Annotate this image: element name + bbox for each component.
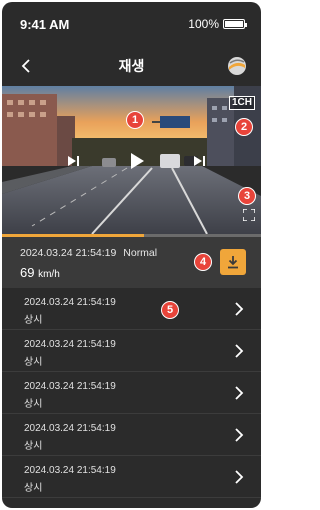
battery-status: 100%	[188, 17, 247, 31]
video-player[interactable]: 1CH 1 2 3	[2, 86, 261, 234]
status-bar: 9:41 AM 100%	[2, 2, 261, 46]
list-item[interactable]: 2024.03.24 21:54:19 상시	[2, 372, 261, 414]
channel-badge[interactable]: 1CH	[228, 96, 255, 110]
chevron-right-icon	[235, 386, 244, 400]
previous-button[interactable]	[64, 151, 84, 171]
page-title: 재생	[118, 58, 145, 74]
list-item-datetime: 2024.03.24 21:54:19	[24, 381, 116, 392]
speed-unit: km/h	[38, 269, 60, 280]
callout-marker-2: 2	[235, 118, 253, 136]
download-icon	[228, 256, 238, 269]
callout-marker-5: 5	[161, 301, 179, 319]
app-screen: 9:41 AM 100% 재생 1CH 1 2 3 2024.03.24 21:…	[2, 2, 261, 508]
list-item-type: 상시	[24, 399, 43, 410]
speed-value: 69	[20, 265, 35, 280]
brand-logo-icon[interactable]	[225, 54, 249, 78]
list-item[interactable]: 2024.03.24 21:54:19 상시 5	[2, 288, 261, 330]
callout-marker-3: 3	[238, 187, 256, 205]
callout-marker-4: 4	[194, 253, 212, 271]
fullscreen-icon	[243, 209, 255, 221]
list-item-datetime: 2024.03.24 21:54:19	[24, 423, 116, 434]
chevron-right-icon	[235, 428, 244, 442]
recording-info-panel: 2024.03.24 21:54:19 Normal 69 km/h 4	[2, 237, 261, 288]
chevron-right-icon	[235, 302, 244, 316]
list-item-type: 상시	[24, 441, 43, 452]
list-item-type: 상시	[24, 357, 43, 368]
list-item[interactable]: 2024.03.24 21:54:19 상시	[2, 456, 261, 498]
list-item[interactable]: 2024.03.24 21:54:19 상시	[2, 414, 261, 456]
skip-previous-icon	[68, 156, 79, 166]
download-button[interactable]	[220, 249, 246, 275]
recording-mode: Normal	[123, 247, 158, 259]
nav-bar: 재생	[2, 46, 261, 86]
skip-next-icon	[194, 156, 205, 166]
chevron-left-icon	[21, 59, 30, 73]
list-item-type: 상시	[24, 315, 43, 326]
next-button[interactable]	[190, 151, 210, 171]
list-item[interactable]: 2024.03.24 21:54:19 상시	[2, 330, 261, 372]
play-button[interactable]	[124, 148, 150, 174]
status-time: 9:41 AM	[20, 16, 70, 32]
list-item-datetime: 2024.03.24 21:54:19	[24, 465, 116, 476]
fullscreen-button[interactable]	[241, 207, 257, 223]
battery-icon	[223, 19, 247, 29]
callout-marker-1: 1	[126, 111, 144, 129]
list-item-type: 상시	[24, 483, 43, 494]
list-item-datetime: 2024.03.24 21:54:19	[24, 297, 116, 308]
chevron-right-icon	[235, 470, 244, 484]
play-icon	[131, 153, 144, 169]
recording-datetime: 2024.03.24 21:54:19	[20, 247, 117, 259]
battery-percent: 100%	[188, 17, 219, 31]
recording-list: 2024.03.24 21:54:19 상시 5 2024.03.24 21:5…	[2, 288, 261, 498]
list-item-datetime: 2024.03.24 21:54:19	[24, 339, 116, 350]
back-button[interactable]	[16, 56, 36, 76]
chevron-right-icon	[235, 344, 244, 358]
